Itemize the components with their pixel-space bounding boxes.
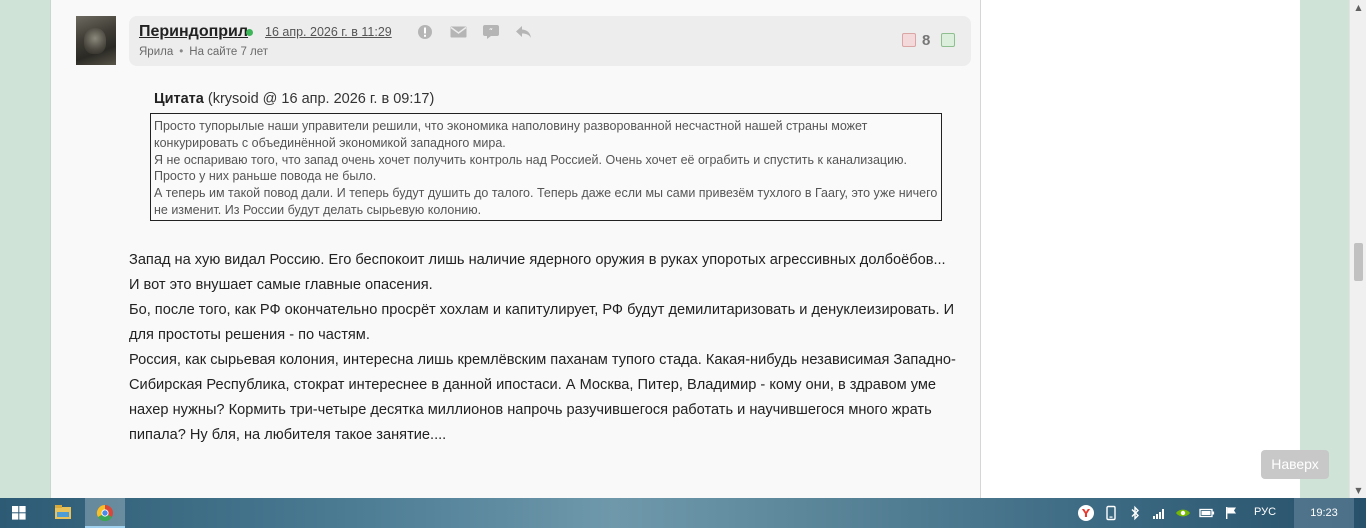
- alert-icon[interactable]: [417, 24, 433, 40]
- scroll-down-icon[interactable]: ▼: [1350, 483, 1366, 498]
- quote-icon[interactable]: “: [483, 24, 499, 40]
- vertical-scrollbar[interactable]: ▲ ▼: [1349, 0, 1366, 498]
- file-explorer-icon[interactable]: [43, 498, 83, 528]
- scroll-up-icon[interactable]: ▲: [1350, 0, 1366, 15]
- svg-text:Y: Y: [1081, 507, 1091, 520]
- yandex-icon[interactable]: Y: [1078, 505, 1094, 521]
- svg-text:“: “: [489, 27, 493, 36]
- language-indicator[interactable]: РУС: [1254, 506, 1276, 518]
- scroll-thumb[interactable]: [1354, 243, 1363, 281]
- thumbs-down-icon[interactable]: [902, 33, 916, 47]
- user-faction: Ярила: [139, 46, 174, 58]
- user-meta: Ярила • На сайте 7 лет: [139, 46, 269, 58]
- page-background-left: [0, 0, 50, 498]
- windows-start-icon[interactable]: [0, 498, 38, 528]
- battery-icon[interactable]: [1199, 505, 1215, 521]
- taskbar: Y РУС 19:23: [0, 498, 1366, 528]
- page-background-right: [1300, 0, 1349, 498]
- comment-body: Запад на хую видал Россию. Его беспокоит…: [129, 248, 959, 448]
- comment-paragraph: И вот это внушает самые главные опасения…: [129, 277, 433, 293]
- reply-icon[interactable]: [515, 24, 531, 40]
- comment-rating: 8: [922, 32, 931, 49]
- bluetooth-icon[interactable]: [1127, 505, 1143, 521]
- quote-line: Просто тупорылые наши управители решили,…: [154, 119, 868, 150]
- flag-icon[interactable]: [1223, 505, 1239, 521]
- right-sidebar: [980, 0, 1300, 498]
- comment-paragraph: Россия, как сырьевая колония, интересна …: [129, 352, 956, 443]
- quote-box: Просто тупорылые наши управители решили,…: [150, 113, 942, 221]
- quote-header: Цитата (krysoid @ 16 апр. 2026 г. в 09:1…: [154, 91, 434, 107]
- quote-line: Я не оспариваю того, что запад очень хоч…: [154, 152, 907, 184]
- comment-paragraph: Бо, после того, как РФ окончательно прос…: [129, 302, 955, 343]
- username-link[interactable]: Периндоприл: [139, 23, 248, 41]
- clock[interactable]: 19:23: [1294, 498, 1354, 528]
- post-date-link[interactable]: 16 апр. 2026 г. в 11:29: [265, 25, 392, 39]
- quote-label: Цитата: [154, 91, 204, 107]
- avatar[interactable]: [76, 16, 116, 65]
- wifi-icon[interactable]: [1151, 505, 1167, 521]
- phone-link-icon[interactable]: [1103, 505, 1119, 521]
- comment-paragraph: Запад на хую видал Россию. Его беспокоит…: [129, 252, 946, 268]
- envelope-icon[interactable]: [450, 24, 467, 40]
- user-tenure: На сайте 7 лет: [189, 46, 269, 58]
- quote-source: (krysoid @ 16 апр. 2026 г. в 09:17): [207, 91, 435, 107]
- chrome-icon[interactable]: [85, 498, 125, 528]
- quote-line: А теперь им такой повод дали. И теперь б…: [154, 186, 938, 217]
- thumbs-up-icon[interactable]: [941, 33, 955, 47]
- nvidia-icon[interactable]: [1175, 505, 1191, 521]
- comment-header: [129, 16, 971, 66]
- scroll-to-top-button[interactable]: Наверх: [1261, 450, 1329, 479]
- online-status-icon: [246, 29, 253, 36]
